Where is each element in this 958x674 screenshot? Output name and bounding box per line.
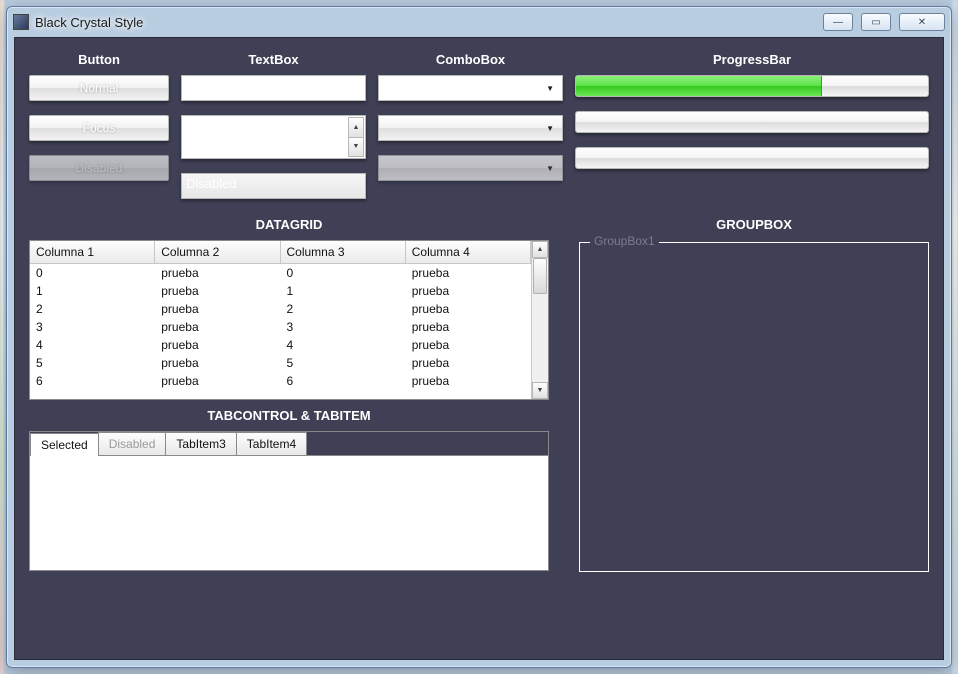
table-cell: prueba xyxy=(406,354,531,372)
tabcontrol: SelectedDisabledTabItem3TabItem4 xyxy=(29,431,549,571)
table-cell: 1 xyxy=(281,282,406,300)
groupbox: GroupBox1 xyxy=(579,242,929,572)
table-cell: prueba xyxy=(406,318,531,336)
textbox-disabled: Disabled xyxy=(181,173,366,199)
table-cell: prueba xyxy=(155,300,280,318)
table-cell: 3 xyxy=(281,318,406,336)
table-row[interactable]: 3prueba3prueba xyxy=(30,318,531,336)
tab-selected[interactable]: Selected xyxy=(30,433,99,456)
close-button[interactable]: ✕ xyxy=(899,13,945,31)
window-frame: Black Crystal Style — ▭ ✕ Button Normal … xyxy=(6,6,952,668)
button-focus[interactable]: Focus xyxy=(29,115,169,141)
column-header[interactable]: Columna 4 xyxy=(406,241,531,264)
table-cell: prueba xyxy=(406,300,531,318)
button-normal[interactable]: Normal xyxy=(29,75,169,101)
table-cell: prueba xyxy=(406,264,531,282)
chevron-down-icon: ▼ xyxy=(546,124,554,133)
table-cell: prueba xyxy=(155,372,280,390)
header-progressbar: ProgressBar xyxy=(575,52,929,75)
table-row[interactable]: 0prueba0prueba xyxy=(30,264,531,282)
close-icon: ✕ xyxy=(918,17,926,28)
section-title-datagrid: DATAGRID xyxy=(29,209,549,240)
section-title-tabcontrol: TABCONTROL & TABITEM xyxy=(29,400,549,431)
window-title: Black Crystal Style xyxy=(35,15,143,30)
tab-tabitem3[interactable]: TabItem3 xyxy=(165,432,236,455)
table-cell: prueba xyxy=(406,282,531,300)
table-cell: prueba xyxy=(155,264,280,282)
table-cell: 6 xyxy=(30,372,155,390)
table-cell: 4 xyxy=(30,336,155,354)
table-row[interactable]: 6prueba6prueba xyxy=(30,372,531,390)
table-cell: prueba xyxy=(406,336,531,354)
table-cell: 3 xyxy=(30,318,155,336)
combobox-disabled: ▼ xyxy=(378,155,563,181)
progressbar-empty-1 xyxy=(575,111,929,133)
textbox-multiline[interactable]: ▲ ▼ xyxy=(181,115,366,159)
column-header[interactable]: Columna 1 xyxy=(30,241,155,264)
table-cell: 6 xyxy=(281,372,406,390)
table-row[interactable]: 4prueba4prueba xyxy=(30,336,531,354)
minimize-icon: — xyxy=(833,17,843,28)
button-disabled: Disabled xyxy=(29,155,169,181)
column-header[interactable]: Columna 2 xyxy=(155,241,280,264)
progressbar-active xyxy=(575,75,929,97)
spinner-down-icon[interactable]: ▼ xyxy=(348,138,364,158)
table-cell: prueba xyxy=(155,354,280,372)
table-row[interactable]: 2prueba2prueba xyxy=(30,300,531,318)
header-button: Button xyxy=(29,52,169,75)
maximize-icon: ▭ xyxy=(871,17,880,28)
table-cell: 5 xyxy=(30,354,155,372)
textbox-normal[interactable] xyxy=(181,75,366,101)
header-combobox: ComboBox xyxy=(378,52,563,75)
table-cell: 5 xyxy=(281,354,406,372)
table-cell: 4 xyxy=(281,336,406,354)
client-area: Button Normal Focus Disabled TextBox ▲ ▼ xyxy=(14,37,944,660)
tab-tabitem4[interactable]: TabItem4 xyxy=(236,432,307,455)
chevron-down-icon: ▼ xyxy=(546,84,554,93)
datagrid[interactable]: Columna 1Columna 2Columna 3Columna 4 0pr… xyxy=(29,240,549,400)
spinner-up-icon[interactable]: ▲ xyxy=(348,117,364,138)
table-cell: 1 xyxy=(30,282,155,300)
titlebar[interactable]: Black Crystal Style — ▭ ✕ xyxy=(7,7,951,37)
chevron-down-icon: ▼ xyxy=(546,164,554,173)
table-cell: 2 xyxy=(281,300,406,318)
table-cell: 0 xyxy=(30,264,155,282)
column-header[interactable]: Columna 3 xyxy=(281,241,406,264)
table-cell: prueba xyxy=(155,318,280,336)
table-cell: prueba xyxy=(155,282,280,300)
scroll-thumb[interactable] xyxy=(533,258,547,294)
combobox-glossy[interactable]: ▼ xyxy=(378,115,563,141)
scrollbar-vertical[interactable]: ▲ ▼ xyxy=(531,241,548,399)
scroll-up-icon[interactable]: ▲ xyxy=(532,241,548,258)
groupbox-legend: GroupBox1 xyxy=(590,234,659,248)
tab-content xyxy=(30,455,548,569)
table-row[interactable]: 5prueba5prueba xyxy=(30,354,531,372)
table-cell: prueba xyxy=(406,372,531,390)
minimize-button[interactable]: — xyxy=(823,13,853,31)
maximize-button[interactable]: ▭ xyxy=(861,13,891,31)
table-row[interactable]: 1prueba1prueba xyxy=(30,282,531,300)
tab-disabled: Disabled xyxy=(98,432,167,455)
app-icon xyxy=(13,14,29,30)
table-cell: 2 xyxy=(30,300,155,318)
scroll-down-icon[interactable]: ▼ xyxy=(532,382,548,399)
table-cell: 0 xyxy=(281,264,406,282)
combobox-normal[interactable]: ▼ xyxy=(378,75,563,101)
header-textbox: TextBox xyxy=(181,52,366,75)
table-cell: prueba xyxy=(155,336,280,354)
progressbar-empty-2 xyxy=(575,147,929,169)
